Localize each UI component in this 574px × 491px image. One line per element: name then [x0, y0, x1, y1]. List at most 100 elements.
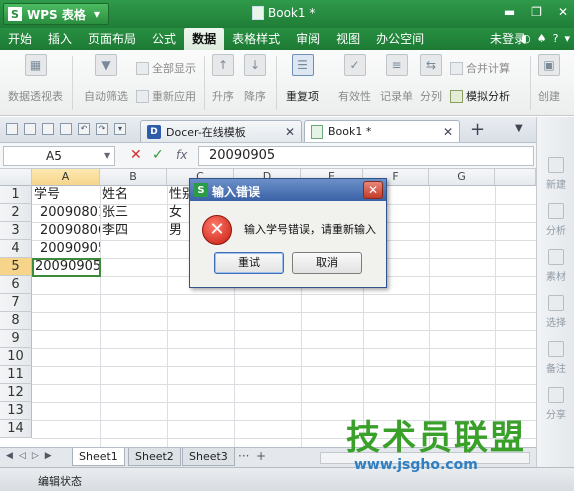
row-header-6[interactable]: 6 — [0, 276, 32, 294]
retry-button[interactable]: 重试 — [214, 252, 284, 274]
redo-icon[interactable]: ↷ — [96, 123, 108, 135]
print-icon[interactable] — [42, 123, 54, 135]
sort-descending-button[interactable]: ↓ 降序 — [244, 54, 266, 104]
cell-a3[interactable]: 20090806 — [40, 222, 100, 240]
column-header-h[interactable] — [495, 169, 536, 186]
menu-insert[interactable]: 插入 — [40, 28, 80, 50]
close-tab-icon[interactable]: ✕ — [443, 125, 453, 139]
side-material[interactable]: 素材 — [537, 249, 574, 283]
cell-b1[interactable]: 姓名 — [102, 186, 167, 204]
show-all-button[interactable]: 全部显示 — [136, 60, 196, 76]
validity-button[interactable]: ✓ 有效性 — [338, 54, 371, 104]
close-icon[interactable]: ✕ — [558, 5, 568, 19]
side-share[interactable]: 分享 — [537, 387, 574, 421]
insert-function-icon[interactable]: fx — [176, 148, 187, 162]
sheet-tab-sheet1[interactable]: Sheet1 — [72, 448, 125, 466]
skin-icon[interactable]: ◐ — [521, 32, 531, 45]
shirt-icon[interactable]: ♠ — [537, 32, 547, 45]
autofilter-button[interactable]: ▼ 自动筛选 — [84, 54, 128, 104]
menu-formula[interactable]: 公式 — [144, 28, 184, 50]
formula-input[interactable]: 20090905 — [198, 146, 534, 166]
grid-line — [32, 384, 536, 385]
cell-b3[interactable]: 李四 — [102, 222, 167, 240]
undo-icon[interactable]: ↶ — [78, 123, 90, 135]
name-box-caret-icon[interactable]: ▼ — [104, 146, 110, 166]
sheet-tab-sheet2[interactable]: Sheet2 — [128, 448, 181, 466]
menu-page-layout[interactable]: 页面布局 — [80, 28, 144, 50]
column-header-a[interactable]: A — [32, 169, 100, 186]
row-header-13[interactable]: 13 — [0, 402, 32, 420]
row-header-7[interactable]: 7 — [0, 294, 32, 312]
customize-caret-icon[interactable]: ▾ — [114, 123, 126, 135]
create-button[interactable]: ▣ 创建 — [538, 54, 560, 104]
menu-view[interactable]: 视图 — [328, 28, 368, 50]
row-header-2[interactable]: 2 — [0, 204, 32, 222]
app-menu-button[interactable]: S WPS 表格 ▼ — [3, 3, 109, 25]
side-select[interactable]: 选择 — [537, 295, 574, 329]
minimize-icon[interactable]: ▬ — [504, 5, 515, 19]
help-icon[interactable]: ? — [553, 32, 559, 45]
menu-home[interactable]: 开始 — [0, 28, 40, 50]
select-all-corner[interactable] — [0, 169, 32, 186]
more-sheets-icon[interactable]: ··· — [238, 449, 249, 463]
row-header-8[interactable]: 8 — [0, 312, 32, 330]
menu-office-space[interactable]: 办公空间 — [368, 28, 432, 50]
side-analysis[interactable]: 分析 — [537, 203, 574, 237]
simulate-analysis-button[interactable]: 模拟分析 — [450, 88, 510, 104]
side-notes[interactable]: 备注 — [537, 341, 574, 375]
cell-b2[interactable]: 张三 — [102, 204, 167, 222]
cell-a5-active[interactable]: 20090905 — [32, 258, 101, 277]
cell-a1[interactable]: 学号 — [34, 186, 100, 204]
row-header-10[interactable]: 10 — [0, 348, 32, 366]
new-tab-icon[interactable]: + — [470, 119, 485, 140]
cancel-button[interactable]: 取消 — [292, 252, 362, 274]
cell-a4[interactable]: 20090905 — [40, 240, 100, 258]
prev-sheet-icon[interactable]: ◁ — [19, 451, 26, 461]
sort-ascending-button[interactable]: ↑ 升序 — [212, 54, 234, 104]
caret-down-icon[interactable]: ▾ — [564, 32, 570, 45]
tab-list-icon[interactable]: ▼ — [515, 123, 523, 134]
first-sheet-icon[interactable]: ◀ — [6, 451, 13, 461]
row-header-1[interactable]: 1 — [0, 186, 32, 204]
menu-data[interactable]: 数据 — [184, 28, 225, 50]
maximize-icon[interactable]: ❐ — [531, 5, 542, 19]
duplicates-button[interactable]: ☰ 重复项 — [286, 54, 319, 104]
row-header-4[interactable]: 4 — [0, 240, 32, 258]
cell-c3[interactable]: 男 — [169, 222, 189, 240]
row-header-3[interactable]: 3 — [0, 222, 32, 240]
column-header-b[interactable]: B — [100, 169, 167, 186]
save-icon[interactable] — [24, 123, 36, 135]
menu-table-style[interactable]: 表格样式 — [224, 28, 288, 50]
name-box[interactable]: A5 — [3, 146, 115, 166]
cell-a2[interactable]: 20090801 — [40, 204, 100, 222]
print-preview-icon[interactable] — [60, 123, 72, 135]
split-button[interactable]: ⇆ 分列 — [420, 54, 442, 104]
row-header-5[interactable]: 5 — [0, 258, 32, 276]
next-sheet-icon[interactable]: ▷ — [32, 451, 39, 461]
reapply-button[interactable]: 重新应用 — [136, 88, 196, 104]
add-sheet-icon[interactable]: + — [256, 449, 266, 463]
last-sheet-icon[interactable]: ▶ — [45, 451, 52, 461]
row-header-12[interactable]: 12 — [0, 384, 32, 402]
row-header-9[interactable]: 9 — [0, 330, 32, 348]
dialog-title-bar[interactable]: S 输入错误 ✕ — [190, 179, 386, 201]
pivot-table-button[interactable]: ▦ 数据透视表 — [8, 54, 63, 104]
open-icon[interactable] — [6, 123, 18, 135]
cancel-entry-icon[interactable]: ✕ — [130, 147, 142, 163]
row-header-14[interactable]: 14 — [0, 420, 32, 438]
sheet-tab-sheet3[interactable]: Sheet3 — [182, 448, 235, 466]
cell-c2[interactable]: 女 — [169, 204, 189, 222]
document-tab-bar: ↶ ↷ ▾ D Docer-在线模板 ✕ Book1 * ✕ + ▼ — [0, 117, 536, 143]
menu-review[interactable]: 审阅 — [288, 28, 328, 50]
close-tab-icon[interactable]: ✕ — [285, 125, 295, 139]
side-new[interactable]: 新建 — [537, 157, 574, 191]
cell-c1[interactable]: 性别 — [169, 186, 189, 204]
tab-book1[interactable]: Book1 * ✕ — [304, 120, 460, 142]
confirm-entry-icon[interactable]: ✓ — [152, 147, 164, 163]
tab-docer-templates[interactable]: D Docer-在线模板 ✕ — [140, 120, 302, 142]
dialog-close-button[interactable]: ✕ — [363, 181, 383, 199]
column-header-g[interactable]: G — [429, 169, 495, 186]
merge-calc-button[interactable]: 合并计算 — [450, 60, 510, 76]
records-button[interactable]: ≡ 记录单 — [380, 54, 413, 104]
row-header-11[interactable]: 11 — [0, 366, 32, 384]
